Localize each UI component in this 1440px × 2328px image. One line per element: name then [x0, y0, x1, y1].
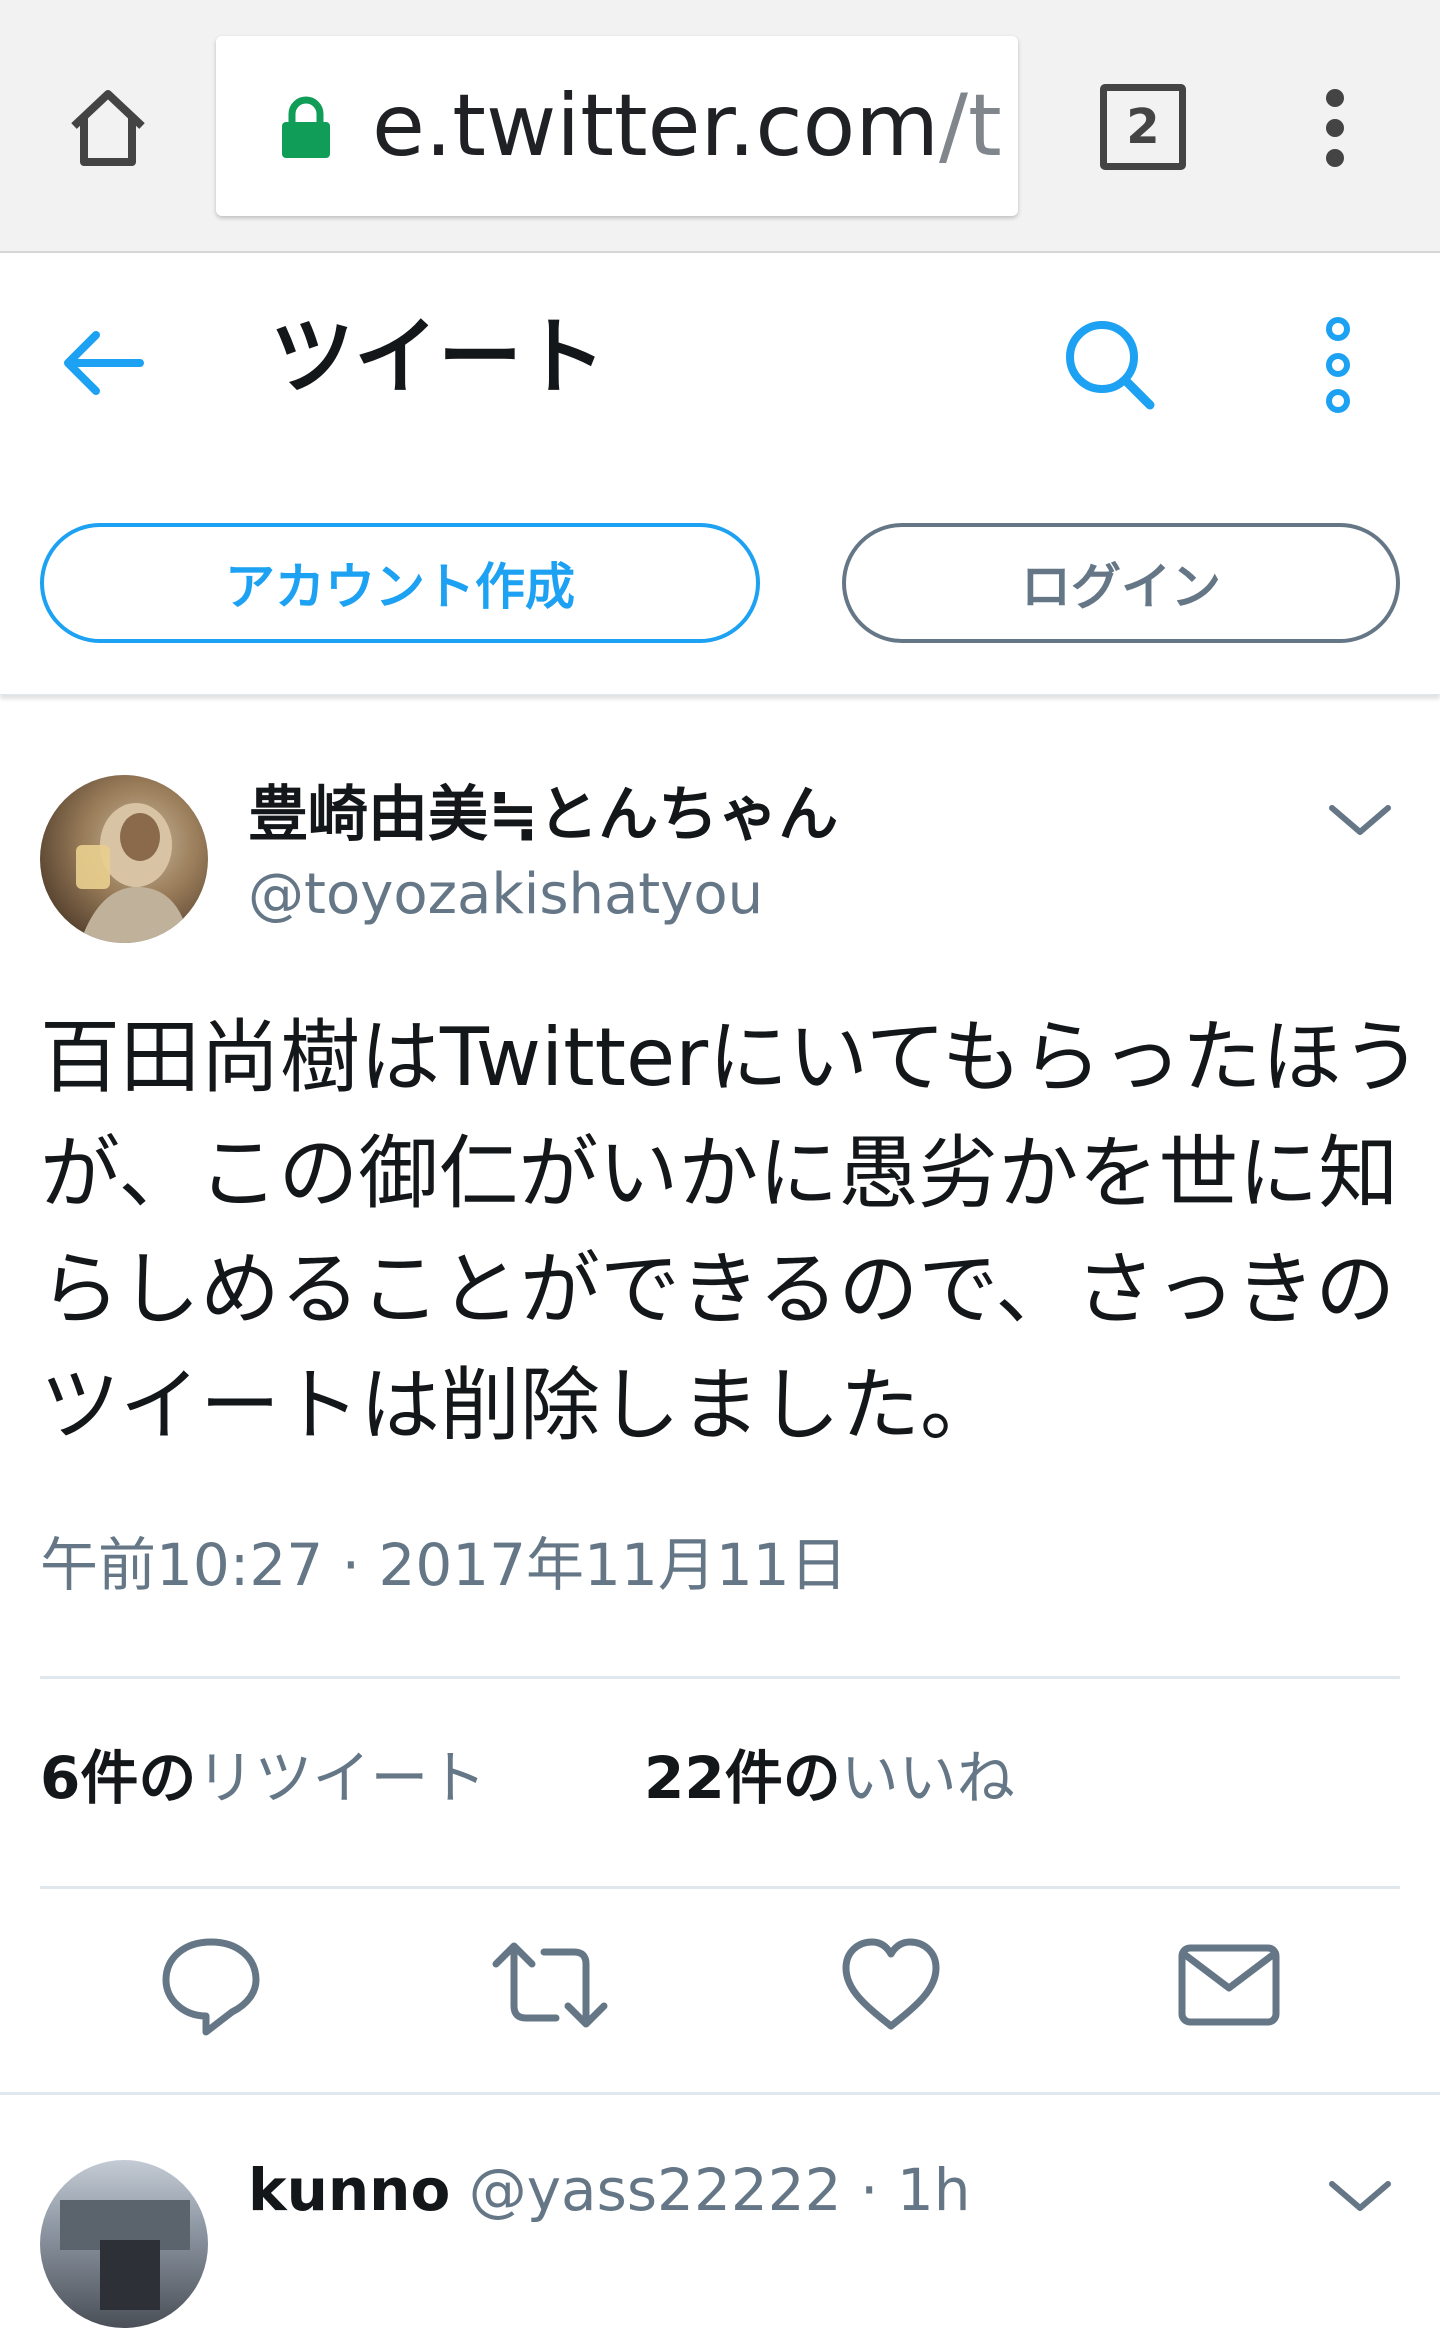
- url-text: e.twitter.com/t: [372, 76, 1002, 176]
- lock-icon: [282, 96, 330, 158]
- page-title: ツイート: [270, 308, 607, 406]
- retweet-icon[interactable]: [490, 1930, 608, 2040]
- like-icon[interactable]: [836, 1930, 946, 2040]
- user-handle[interactable]: @toyozakishatyou: [248, 862, 763, 928]
- reply-display-name[interactable]: kunno: [248, 2156, 450, 2224]
- like-count-link[interactable]: 22件のいいね: [644, 1738, 1015, 1818]
- address-bar[interactable]: e.twitter.com/t: [216, 36, 1018, 216]
- divider: [40, 1886, 1400, 1889]
- like-count: 22件の: [644, 1744, 841, 1812]
- retweet-label: リツイート: [196, 1744, 487, 1812]
- tweet-text-line: が、この御仁がいかに愚劣かを世に知: [40, 1127, 1399, 1220]
- home-icon[interactable]: [60, 80, 156, 176]
- avatar[interactable]: [40, 2160, 208, 2328]
- signup-button[interactable]: アカウント作成: [40, 523, 760, 643]
- like-label: いいね: [840, 1744, 1015, 1812]
- tweet-text-line: 百田尚樹はTwitterにいてもらったほう: [40, 1011, 1422, 1104]
- retweet-count-link[interactable]: 6件のリツイート: [40, 1738, 486, 1818]
- reply-header: kunno @yass22222 · 1h: [248, 2150, 971, 2230]
- search-icon[interactable]: [1060, 315, 1160, 415]
- back-arrow-icon[interactable]: [56, 315, 152, 411]
- tab-switcher-button[interactable]: 2: [1100, 84, 1186, 170]
- tweet-actions: [0, 1930, 1440, 2060]
- chevron-down-icon[interactable]: [1320, 790, 1400, 850]
- divider: [40, 1676, 1400, 1679]
- tweet-text-line: らしめることができるので、さっきの: [40, 1243, 1396, 1336]
- tab-count: 2: [1126, 99, 1160, 155]
- tweet-separator: [0, 2092, 1440, 2095]
- avatar[interactable]: [40, 775, 208, 943]
- direct-message-icon[interactable]: [1174, 1930, 1284, 2040]
- reply-icon[interactable]: [156, 1930, 266, 2040]
- browser-toolbar: e.twitter.com/t 2: [0, 0, 1440, 253]
- more-options-icon[interactable]: [1312, 315, 1364, 415]
- display-name[interactable]: 豊崎由美≒とんちゃん: [248, 780, 838, 850]
- login-button[interactable]: ログイン: [842, 523, 1400, 643]
- chevron-down-icon[interactable]: [1320, 2166, 1400, 2226]
- tweet-text-line: ツイートは削除しました。: [40, 1359, 1000, 1452]
- reply-meta[interactable]: @yass22222 · 1h: [469, 2156, 971, 2224]
- twitter-header: ツイート アカウント作成 ログイン: [0, 255, 1440, 695]
- tweet-text: 百田尚樹はTwitterにいてもらったほう が、この御仁がいかに愚劣かを世に知 …: [40, 1000, 1422, 1464]
- tweet-timestamp[interactable]: 午前10:27 · 2017年11月11日: [40, 1530, 848, 1600]
- retweet-count: 6件の: [40, 1744, 197, 1812]
- browser-menu-icon[interactable]: [1310, 86, 1360, 170]
